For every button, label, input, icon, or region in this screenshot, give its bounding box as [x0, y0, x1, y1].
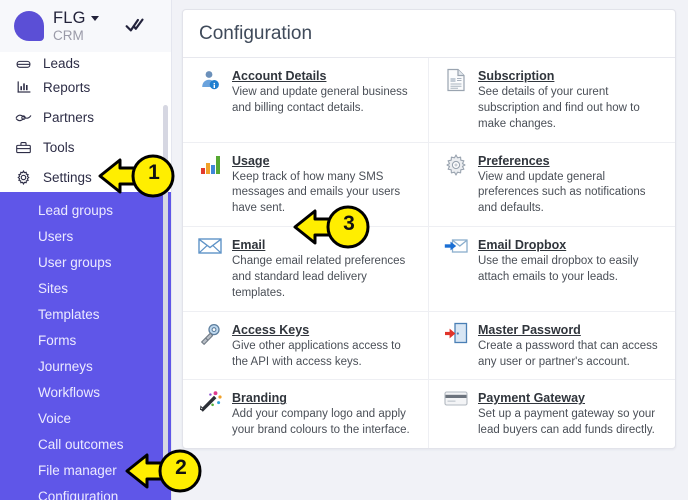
- callout-3: 3: [293, 203, 373, 251]
- card-desc: View and update general business and bil…: [232, 85, 416, 117]
- callout-number: 2: [168, 456, 194, 480]
- credit-card-icon: [443, 390, 469, 416]
- chart-icon: [197, 153, 223, 179]
- card-desc: Give other applications access to the AP…: [232, 339, 416, 371]
- card-desc: See details of your curent subscription …: [478, 85, 663, 133]
- callout-2: 2: [125, 447, 205, 495]
- sidebar-item-label: Partners: [43, 110, 94, 125]
- envelope-arrow-icon: [443, 237, 469, 263]
- card-desc: Use the email dropbox to easily attach e…: [478, 254, 663, 286]
- double-check-icon[interactable]: [125, 15, 145, 35]
- card-title[interactable]: Usage: [232, 154, 270, 168]
- card-subscription[interactable]: Subscription See details of your curent …: [429, 58, 675, 143]
- card-access-keys[interactable]: Access Keys Give other applications acce…: [183, 312, 429, 381]
- submenu-item-forms[interactable]: Forms: [0, 328, 171, 354]
- card-title[interactable]: Account Details: [232, 69, 326, 83]
- sidebar-item-partners[interactable]: Partners: [0, 102, 171, 132]
- card-desc: Change email related preferences and sta…: [232, 254, 416, 302]
- magic-wand-icon: [197, 390, 223, 416]
- screen-root: FLG CRM Leads: [0, 0, 688, 500]
- card-title[interactable]: Preferences: [478, 154, 550, 168]
- submenu-item-users[interactable]: Users: [0, 224, 171, 250]
- submenu-item-sites[interactable]: Sites: [0, 276, 171, 302]
- gear-icon: [15, 169, 32, 186]
- submenu-item-templates[interactable]: Templates: [0, 302, 171, 328]
- sidebar-item-label: Leads: [43, 56, 80, 71]
- brand-subtitle: CRM: [53, 29, 99, 43]
- bar-chart-icon: [15, 79, 32, 96]
- sidebar-item-leads[interactable]: Leads: [0, 54, 171, 72]
- brand-header[interactable]: FLG CRM: [0, 0, 171, 52]
- card-payment-gateway[interactable]: Payment Gateway Set up a payment gateway…: [429, 380, 675, 448]
- page-title: Configuration: [183, 10, 675, 58]
- card-desc: Set up a payment gateway so your lead bu…: [478, 407, 663, 439]
- brand-text: FLG CRM: [53, 10, 99, 43]
- envelope-icon: [197, 237, 223, 263]
- submenu-item-journeys[interactable]: Journeys: [0, 354, 171, 380]
- card-preferences[interactable]: Preferences View and update general pref…: [429, 143, 675, 228]
- sidebar-item-label: Tools: [43, 140, 75, 155]
- configuration-panel: Configuration Account Detai: [182, 9, 676, 449]
- flg-logo-icon: [14, 11, 44, 41]
- card-desc: View and update general preferences such…: [478, 170, 663, 218]
- card-title[interactable]: Master Password: [478, 323, 581, 337]
- submenu-item-user-groups[interactable]: User groups: [0, 250, 171, 276]
- configuration-grid: Account Details View and update general …: [183, 58, 675, 448]
- card-title[interactable]: Access Keys: [232, 323, 309, 337]
- chevron-down-icon[interactable]: [91, 16, 99, 21]
- user-info-icon: [197, 68, 223, 94]
- sidebar-item-label: Settings: [43, 170, 92, 185]
- brand-name: FLG: [53, 10, 86, 27]
- card-title[interactable]: Branding: [232, 391, 287, 405]
- card-email-dropbox[interactable]: Email Dropbox Use the email dropbox to e…: [429, 227, 675, 312]
- card-title[interactable]: Subscription: [478, 69, 554, 83]
- card-master-password[interactable]: Master Password Create a password that c…: [429, 312, 675, 381]
- key-icon: [197, 322, 223, 348]
- door-enter-icon: [443, 322, 469, 348]
- card-title[interactable]: Email Dropbox: [478, 238, 566, 252]
- sidebar-nav: Leads Reports: [0, 52, 171, 500]
- toolbox-icon: [15, 139, 32, 156]
- card-title[interactable]: Payment Gateway: [478, 391, 585, 405]
- submenu-item-lead-groups[interactable]: Lead groups: [0, 198, 171, 224]
- card-desc: Add your company logo and apply your bra…: [232, 407, 416, 439]
- leads-icon: [15, 55, 32, 72]
- card-account-details[interactable]: Account Details View and update general …: [183, 58, 429, 143]
- callout-number: 3: [336, 212, 362, 236]
- submenu-item-workflows[interactable]: Workflows: [0, 380, 171, 406]
- sidebar-item-label: Reports: [43, 80, 90, 95]
- submenu-item-voice[interactable]: Voice: [0, 406, 171, 432]
- card-desc: Create a password that can access any us…: [478, 339, 663, 371]
- callout-number: 1: [141, 161, 167, 185]
- gear-icon: [443, 153, 469, 179]
- card-title[interactable]: Email: [232, 238, 265, 252]
- callout-1: 1: [98, 152, 178, 200]
- handshake-icon: [15, 109, 32, 126]
- card-branding[interactable]: Branding Add your company logo and apply…: [183, 380, 429, 448]
- sidebar: FLG CRM Leads: [0, 0, 172, 500]
- document-icon: [443, 68, 469, 94]
- main-content: Configuration Account Detai: [172, 0, 688, 500]
- sidebar-item-reports[interactable]: Reports: [0, 72, 171, 102]
